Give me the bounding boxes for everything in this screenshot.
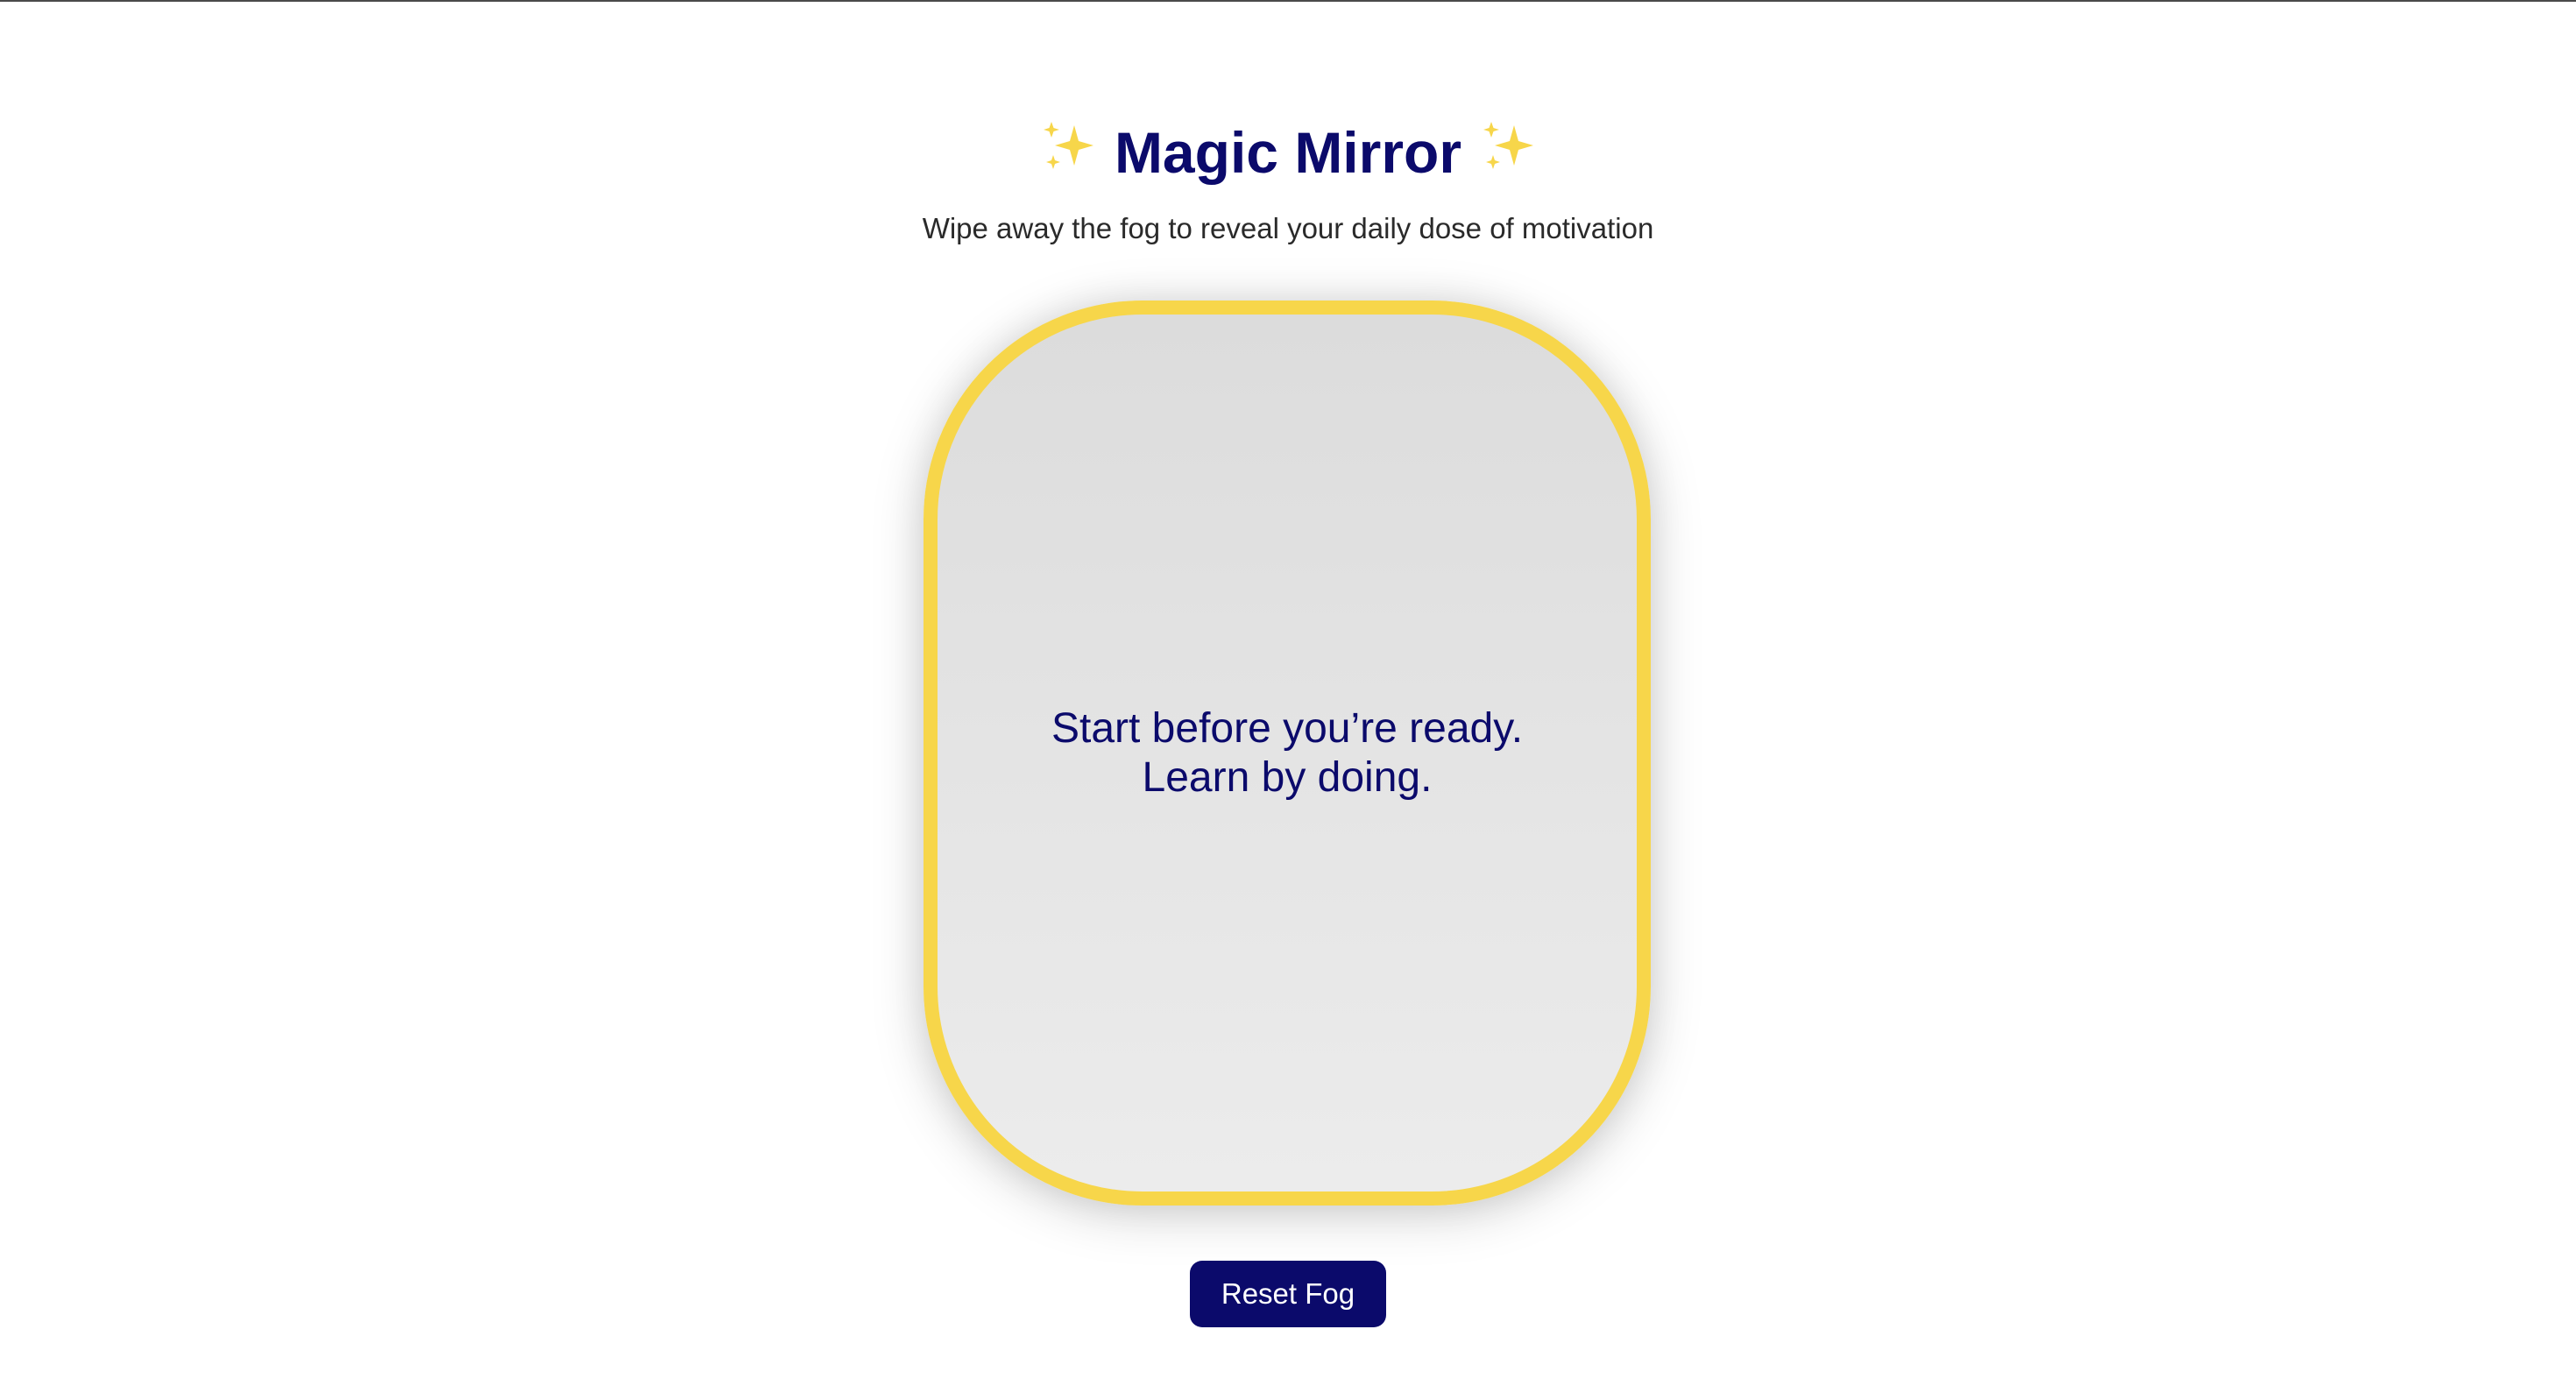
sparkles-icon bbox=[1039, 118, 1097, 176]
motivation-quote: Start before you’re ready. Learn by doin… bbox=[1051, 704, 1523, 803]
top-divider bbox=[0, 0, 2576, 2]
page-subtitle: Wipe away the fog to reveal your daily d… bbox=[922, 212, 1654, 244]
mirror-frame: Start before you’re ready. Learn by doin… bbox=[924, 301, 1651, 1206]
quote-line: Start before you’re ready. bbox=[1051, 704, 1524, 752]
fog-canvas[interactable]: Start before you’re ready. Learn by doin… bbox=[938, 315, 1637, 1191]
page-title: Magic Mirror bbox=[0, 103, 2576, 196]
sparkles-icon bbox=[1479, 118, 1537, 176]
reset-fog-button[interactable]: Reset Fog bbox=[1190, 1261, 1386, 1327]
title-text: Magic Mirror bbox=[1114, 119, 1462, 185]
page: Magic Mirror Wipe away the fog to reveal… bbox=[0, 0, 2576, 1400]
quote-line: Learn by doing. bbox=[1142, 753, 1433, 801]
